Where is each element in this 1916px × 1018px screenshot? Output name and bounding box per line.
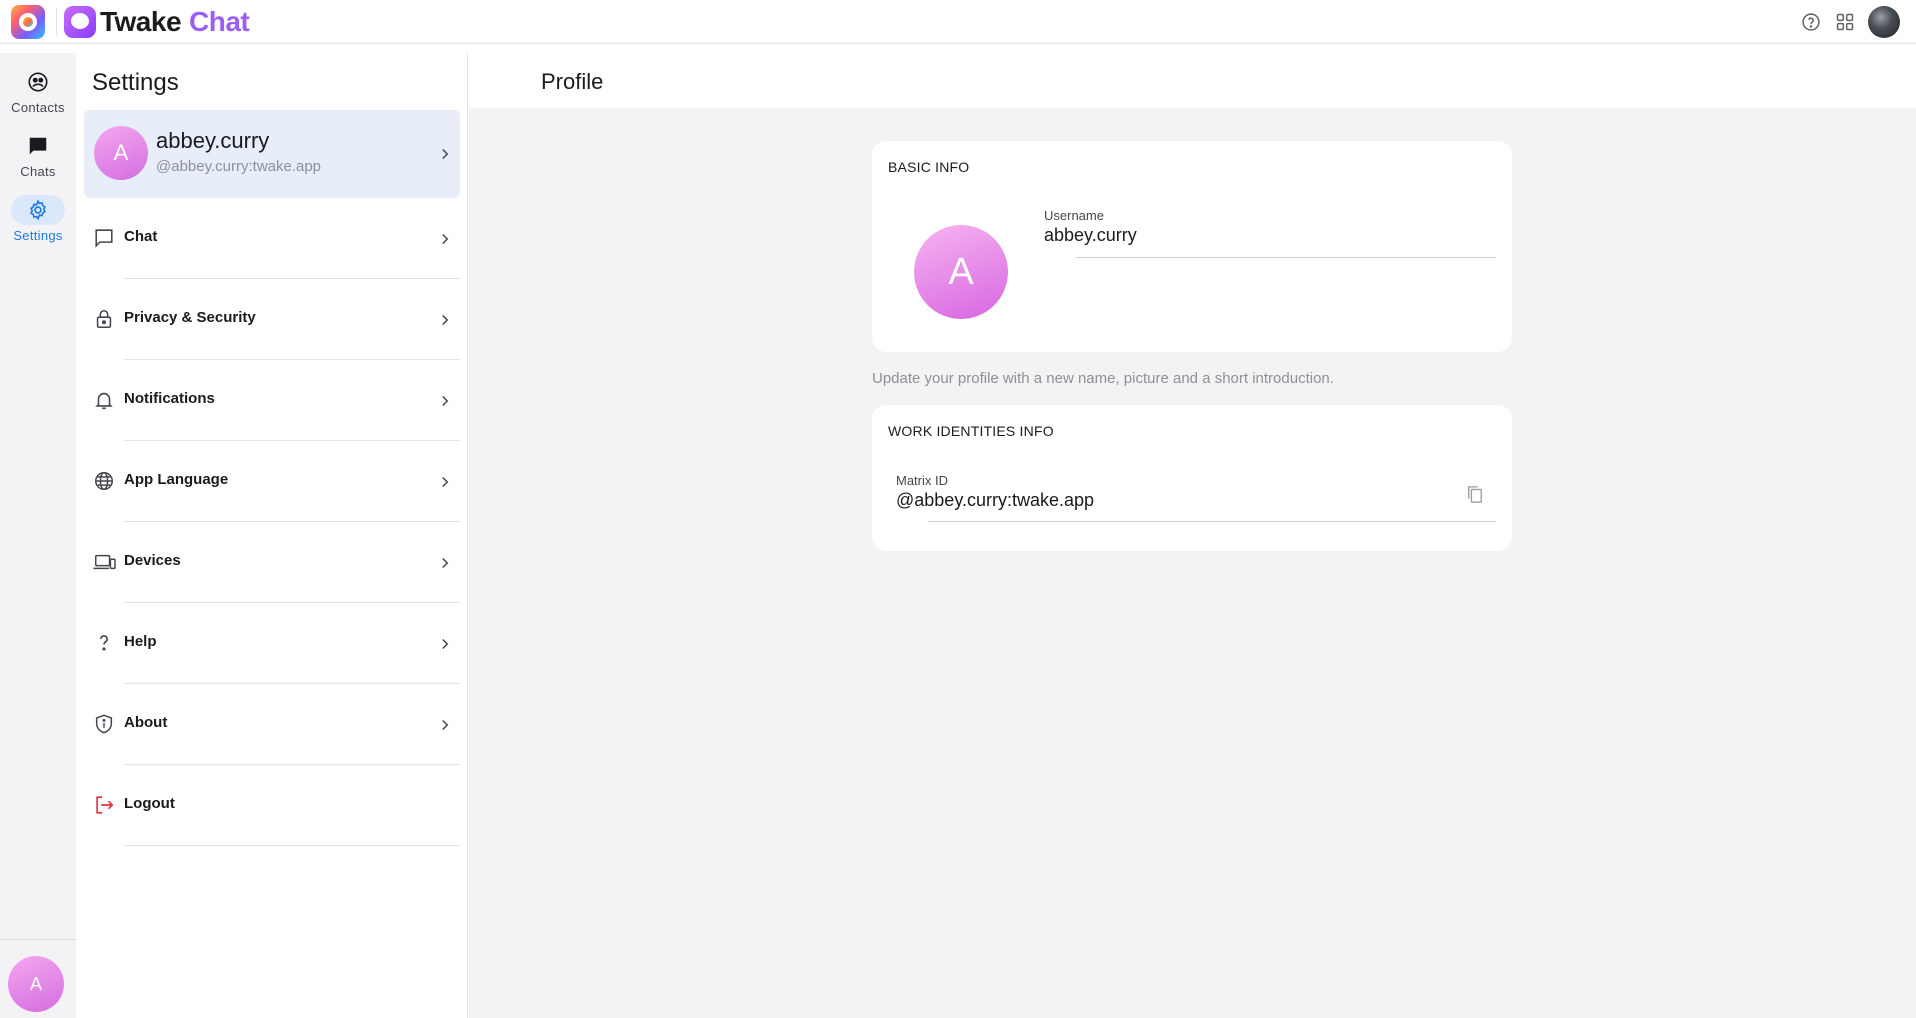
settings-item-logout[interactable]: Logout <box>84 765 460 846</box>
contacts-icon <box>11 67 65 97</box>
matrix-id-label: Matrix ID <box>896 473 948 488</box>
chevron-right-icon <box>442 719 449 730</box>
rail-item-contacts[interactable]: Contacts <box>0 59 76 121</box>
work-identities-card: WORK IDENTITIES INFO Matrix ID @abbey.cu… <box>872 405 1512 551</box>
settings-item-label: Devices <box>124 552 181 569</box>
settings-item-chat[interactable]: Chat <box>84 198 460 279</box>
profile-header: Profile <box>469 53 1916 108</box>
username-underline <box>1076 257 1496 258</box>
chat-outline-icon <box>92 226 116 250</box>
settings-item-app-language[interactable]: App Language <box>84 441 460 522</box>
matrix-id-field[interactable]: @abbey.curry:twake.app <box>896 490 1094 511</box>
profile-content: BASIC INFO A Username abbey.curry Update… <box>469 108 1916 1018</box>
chevron-right-icon <box>442 557 449 568</box>
shield-info-icon <box>92 712 116 736</box>
rail-label-chats: Chats <box>20 164 56 179</box>
settings-item-label: App Language <box>124 471 229 488</box>
basic-info-card: BASIC INFO A Username abbey.curry <box>872 141 1512 352</box>
settings-item-about[interactable]: About <box>84 684 460 765</box>
rail-item-settings[interactable]: Settings <box>0 187 76 249</box>
settings-item-privacy-security[interactable]: Privacy & Security <box>84 279 460 360</box>
username-field[interactable]: abbey.curry <box>1044 225 1137 246</box>
profile-hint-text: Update your profile with a new name, pic… <box>872 370 1334 387</box>
chevron-right-icon <box>442 148 449 160</box>
settings-item-label: About <box>124 714 168 731</box>
brand-name-chat: Chat <box>189 6 250 37</box>
top-bar: Twake Chat <box>0 0 1916 44</box>
settings-title: Settings <box>92 69 179 96</box>
settings-item-label: Chat <box>124 228 158 245</box>
bell-icon <box>92 388 116 412</box>
settings-item-label: Privacy & Security <box>124 309 256 326</box>
chevron-right-icon <box>442 476 449 487</box>
profile-display-name: abbey.curry <box>156 128 270 153</box>
profile-picture[interactable]: A <box>914 225 1008 319</box>
devices-icon <box>92 550 116 574</box>
copy-icon[interactable] <box>1464 483 1486 505</box>
chevron-right-icon <box>442 395 449 406</box>
topbar-divider <box>56 8 57 36</box>
settings-item-notifications[interactable]: Notifications <box>84 360 460 441</box>
chevron-right-icon <box>442 638 449 649</box>
rail-label-settings: Settings <box>13 228 63 243</box>
profile-avatar: A <box>94 126 148 180</box>
settings-item-label: Help <box>124 633 157 650</box>
apps-grid-icon[interactable] <box>1834 11 1856 33</box>
settings-item-devices[interactable]: Devices <box>84 522 460 603</box>
user-avatar[interactable] <box>1868 6 1900 38</box>
lock-icon <box>92 307 116 331</box>
brand: Twake Chat <box>64 5 250 39</box>
settings-item-label: Notifications <box>124 390 215 407</box>
basic-info-heading: BASIC INFO <box>888 159 970 175</box>
rail-item-chats[interactable]: Chats <box>0 123 76 185</box>
chat-bubble-icon <box>11 131 65 161</box>
divider <box>124 845 460 846</box>
settings-item-label: Logout <box>124 795 175 812</box>
profile-matrix-id: @abbey.curry:twake.app <box>156 158 322 175</box>
globe-icon <box>92 469 116 493</box>
profile-summary-card[interactable]: A abbey.curry @abbey.curry:twake.app <box>84 110 460 198</box>
rail-profile-avatar[interactable]: A <box>8 956 64 1012</box>
username-label: Username <box>1044 208 1104 223</box>
work-identities-heading: WORK IDENTITIES INFO <box>888 423 1054 439</box>
twake-chat-logo-icon <box>64 6 96 38</box>
topbar-actions <box>1800 6 1900 38</box>
rail-divider <box>0 939 76 940</box>
page-title: Profile <box>541 69 604 94</box>
brand-name-twake: Twake <box>100 6 182 37</box>
settings-panel: Settings A abbey.curry @abbey.curry:twak… <box>76 53 468 1018</box>
gear-icon <box>11 195 65 225</box>
question-icon <box>92 631 116 655</box>
chevron-right-icon <box>442 314 449 325</box>
matrix-id-underline <box>928 521 1496 522</box>
navigation-rail: Contacts Chats Settings A <box>0 53 76 1018</box>
rail-label-contacts: Contacts <box>11 100 65 115</box>
chevron-right-icon <box>442 233 449 244</box>
help-icon[interactable] <box>1800 11 1822 33</box>
settings-item-help[interactable]: Help <box>84 603 460 684</box>
twake-workplace-logo[interactable] <box>11 5 45 39</box>
logout-icon <box>92 793 116 817</box>
